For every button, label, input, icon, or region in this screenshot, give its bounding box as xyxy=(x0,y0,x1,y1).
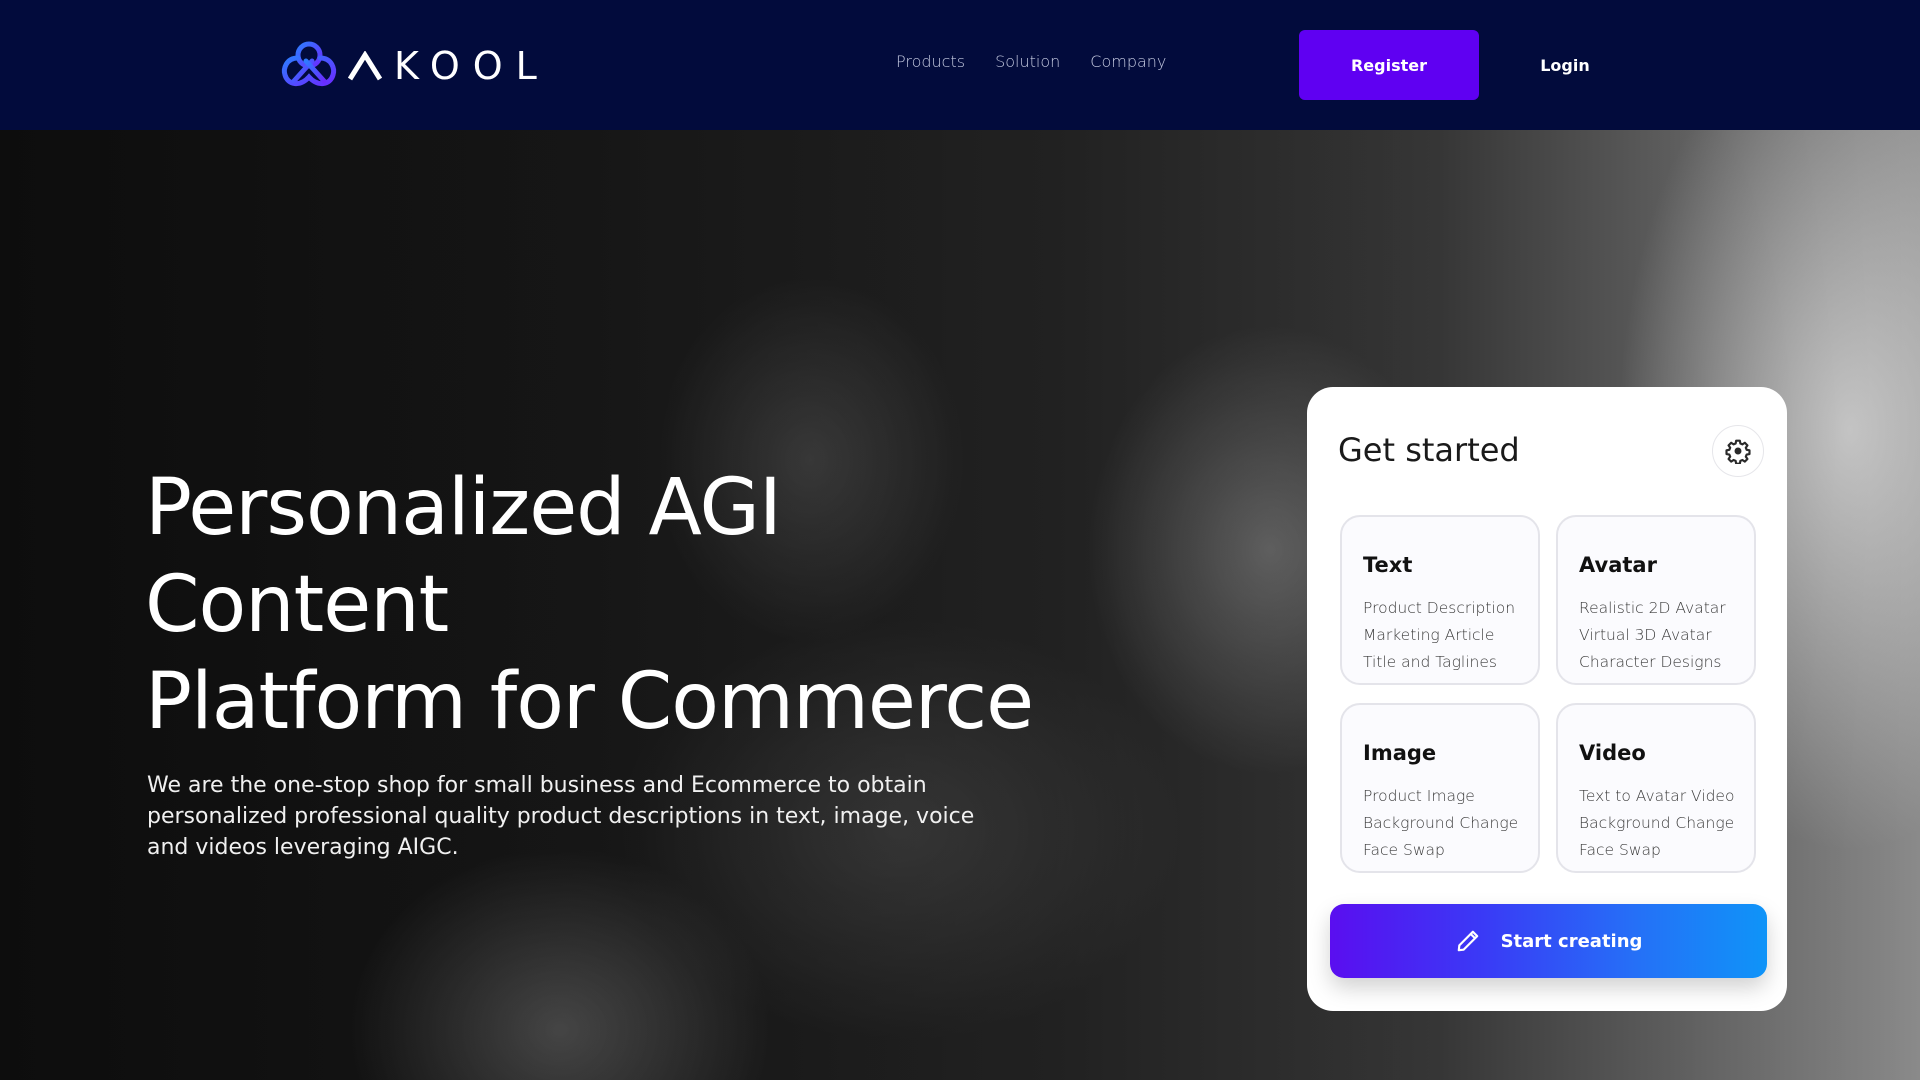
tile-avatar[interactable]: Avatar Realistic 2D Avatar Virtual 3D Av… xyxy=(1556,515,1756,685)
tile-image[interactable]: Image Product Image Background Change Fa… xyxy=(1340,703,1540,873)
tile-item: Background Change xyxy=(1363,814,1519,832)
card-title: Get started xyxy=(1338,431,1520,469)
tile-item: Marketing Article xyxy=(1363,626,1495,644)
tile-title: Text xyxy=(1363,553,1413,577)
hero-description: We are the one-stop shop for small busin… xyxy=(147,773,975,860)
register-button[interactable]: Register xyxy=(1299,30,1479,100)
tile-item: Text to Avatar Video xyxy=(1579,787,1735,805)
settings-button[interactable] xyxy=(1712,425,1764,477)
get-started-card: Get started Text Product Description Mar… xyxy=(1307,387,1787,1011)
logo-wordmark: KOOL xyxy=(348,44,550,88)
nav-solution[interactable]: Solution xyxy=(995,52,1060,71)
tile-item: Face Swap xyxy=(1363,841,1445,859)
tile-title: Avatar xyxy=(1579,553,1657,577)
tile-title: Image xyxy=(1363,741,1437,765)
tile-item: Realistic 2D Avatar xyxy=(1579,599,1726,617)
login-button[interactable]: Login xyxy=(1520,30,1610,100)
tile-item: Character Designs xyxy=(1579,653,1722,671)
tile-item: Title and Taglines xyxy=(1363,653,1497,671)
nav-products[interactable]: Products xyxy=(896,52,965,71)
tile-title: Video xyxy=(1579,741,1646,765)
site-header: KOOL Products Solution Company Register … xyxy=(0,0,1920,130)
tile-video[interactable]: Video Text to Avatar Video Background Ch… xyxy=(1556,703,1756,873)
logo-text: KOOL xyxy=(394,44,550,88)
hero-title: Personalized AGI Content Platform for Co… xyxy=(145,460,1065,751)
main-nav: Products Solution Company xyxy=(896,52,1166,71)
nav-company[interactable]: Company xyxy=(1090,52,1166,71)
pencil-icon xyxy=(1457,930,1478,952)
logo-a-glyph xyxy=(348,51,382,81)
tile-item: Face Swap xyxy=(1579,841,1661,859)
akool-logo[interactable]: KOOL xyxy=(280,40,550,92)
tile-item: Product Description xyxy=(1363,599,1516,617)
tile-item: Background Change xyxy=(1579,814,1735,832)
tile-item: Product Image xyxy=(1363,787,1475,805)
hero-title-line1: Personalized AGI Content xyxy=(145,463,782,650)
start-creating-label: Start creating xyxy=(1500,930,1643,952)
tile-items: Realistic 2D Avatar Virtual 3D Avatar Ch… xyxy=(1579,595,1726,676)
start-creating-button[interactable]: Start creating xyxy=(1330,904,1767,978)
gear-icon xyxy=(1725,439,1751,464)
tile-item: Virtual 3D Avatar xyxy=(1579,626,1712,644)
tile-text[interactable]: Text Product Description Marketing Artic… xyxy=(1340,515,1540,685)
tile-items: Product Image Background Change Face Swa… xyxy=(1363,783,1518,864)
akool-logo-icon xyxy=(281,41,337,86)
hero-title-line2: Platform for Commerce xyxy=(145,657,1034,747)
tile-items: Text to Avatar Video Background Change F… xyxy=(1579,783,1734,864)
tile-items: Product Description Marketing Article Ti… xyxy=(1363,595,1515,676)
